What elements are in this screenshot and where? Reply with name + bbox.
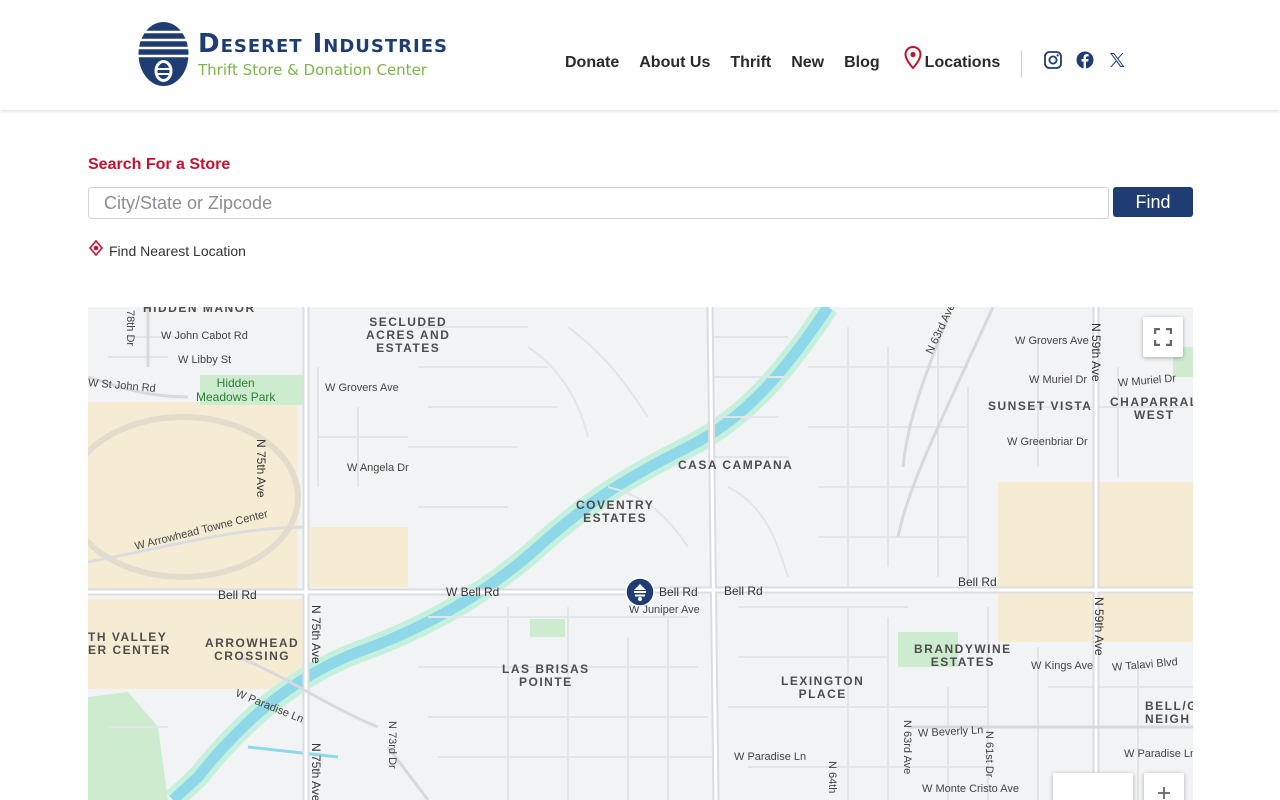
area-sunset-vista: SUNSET VISTA — [988, 399, 1093, 413]
area-brandywine-estates: BRANDYWINE ESTATES — [914, 642, 1012, 669]
area-lexington-place: LEXINGTON PLACE — [781, 674, 865, 701]
nav-blog[interactable]: Blog — [844, 54, 880, 72]
road-paradise-right: W Paradise Ln — [1124, 748, 1193, 760]
social-links — [1043, 50, 1139, 70]
area-hidden-manor: HIDDEN MANOR — [143, 307, 256, 315]
road-libby: W Libby St — [178, 354, 232, 366]
zoom-in-button[interactable] — [1144, 773, 1184, 800]
area-casa-campana: CASA CAMPANA — [678, 458, 794, 472]
logo-title: Deseret Industries — [198, 29, 448, 59]
area-secluded-acres: SECLUDED ACRES AND ESTATES — [366, 315, 451, 355]
road-75th-top: N 75th Ave — [254, 439, 268, 498]
beehive-marker-icon — [625, 577, 655, 607]
road-bell-left: Bell Rd — [218, 588, 257, 602]
area-arrowhead-crossing: ARROWHEAD CROSSING — [205, 636, 300, 663]
road-grovers-east: W Grovers Ave — [1015, 335, 1089, 347]
road-63rd-bottom: N 63rd Ave — [901, 720, 913, 775]
road-59th-top: N 59th Ave — [1089, 323, 1103, 382]
site-header: Deseret Industries Thrift Store & Donati… — [0, 0, 1280, 110]
crosshair-icon — [88, 240, 104, 256]
road-john-cabot: W John Cabot Rd — [161, 330, 248, 342]
nav-about-us[interactable]: About Us — [639, 54, 710, 72]
search-input[interactable] — [88, 187, 1109, 219]
fullscreen-button[interactable] — [1143, 317, 1183, 357]
logo-subtitle: Thrift Store & Donation Center — [198, 61, 427, 79]
road-muriel-1: W Muriel Dr — [1029, 374, 1088, 386]
area-bell-g-neighborhood: BELL/G NEIGH — [1145, 699, 1193, 726]
street-view-control[interactable] — [1053, 773, 1133, 800]
site-logo[interactable]: Deseret Industries Thrift Store & Donati… — [137, 19, 447, 89]
find-button[interactable]: Find — [1113, 187, 1193, 217]
road-75th-bottom: N 75th Ave — [309, 743, 323, 800]
road-grovers-west: W Grovers Ave — [325, 382, 399, 394]
find-nearest-link[interactable]: Find Nearest Location — [88, 240, 246, 259]
park-hidden-meadows: Hidden Meadows Park — [196, 376, 276, 404]
instagram-icon[interactable] — [1043, 50, 1063, 70]
nav-new[interactable]: New — [791, 54, 824, 72]
road-kings: W Kings Ave — [1031, 660, 1094, 672]
road-61st: N 61st Dr — [983, 731, 995, 778]
road-75th-mid: N 75th Ave — [309, 605, 323, 664]
road-bell-mid: Bell Rd — [659, 585, 698, 599]
area-valley-center: TH VALLEY ER CENTER — [88, 630, 171, 657]
store-map[interactable]: HIDDEN MANOR SECLUDED ACRES AND ESTATES … — [88, 307, 1193, 800]
beehive-logo-icon — [138, 22, 189, 86]
road-64th: N 64th — [826, 761, 838, 794]
find-nearest-label: Find Nearest Location — [109, 243, 246, 259]
map-pin-icon — [904, 46, 922, 70]
nav-locations[interactable]: Locations — [904, 46, 1001, 72]
facebook-icon[interactable] — [1075, 50, 1095, 70]
road-paradise-mid: W Paradise Ln — [734, 751, 807, 763]
road-w-bell: W Bell Rd — [446, 585, 500, 599]
nav-locations-label: Locations — [924, 54, 1001, 71]
zoom-in-icon — [1158, 787, 1170, 799]
road-greenbriar: W Greenbriar Dr — [1007, 436, 1088, 448]
road-monte-cristo: W Monte Cristo Ave — [922, 783, 1019, 795]
fullscreen-icon — [1154, 328, 1172, 346]
store-marker[interactable] — [625, 577, 655, 607]
nav-donate[interactable]: Donate — [565, 54, 619, 72]
nav-thrift[interactable]: Thrift — [730, 54, 771, 72]
area-coventry-estates: COVENTRY ESTATES — [576, 498, 655, 525]
nav-divider — [1021, 50, 1022, 78]
area-chaparral-west: CHAPARRAL WEST — [1110, 395, 1193, 422]
road-bell-right: Bell Rd — [958, 575, 997, 589]
x-icon[interactable] — [1107, 50, 1127, 70]
road-59th-mid: N 59th Ave — [1092, 597, 1106, 656]
road-angela: W Angela Dr — [347, 462, 409, 474]
road-73rd: N 73rd Dr — [386, 721, 398, 769]
road-78th: 78th Dr — [124, 310, 136, 347]
area-las-brisas-pointe: LAS BRISAS POINTE — [502, 662, 590, 689]
road-bell-mid-2: Bell Rd — [724, 584, 763, 598]
main-nav: Donate About Us Thrift New Blog Location… — [565, 46, 1020, 80]
search-title: Search For a Store — [88, 156, 231, 173]
